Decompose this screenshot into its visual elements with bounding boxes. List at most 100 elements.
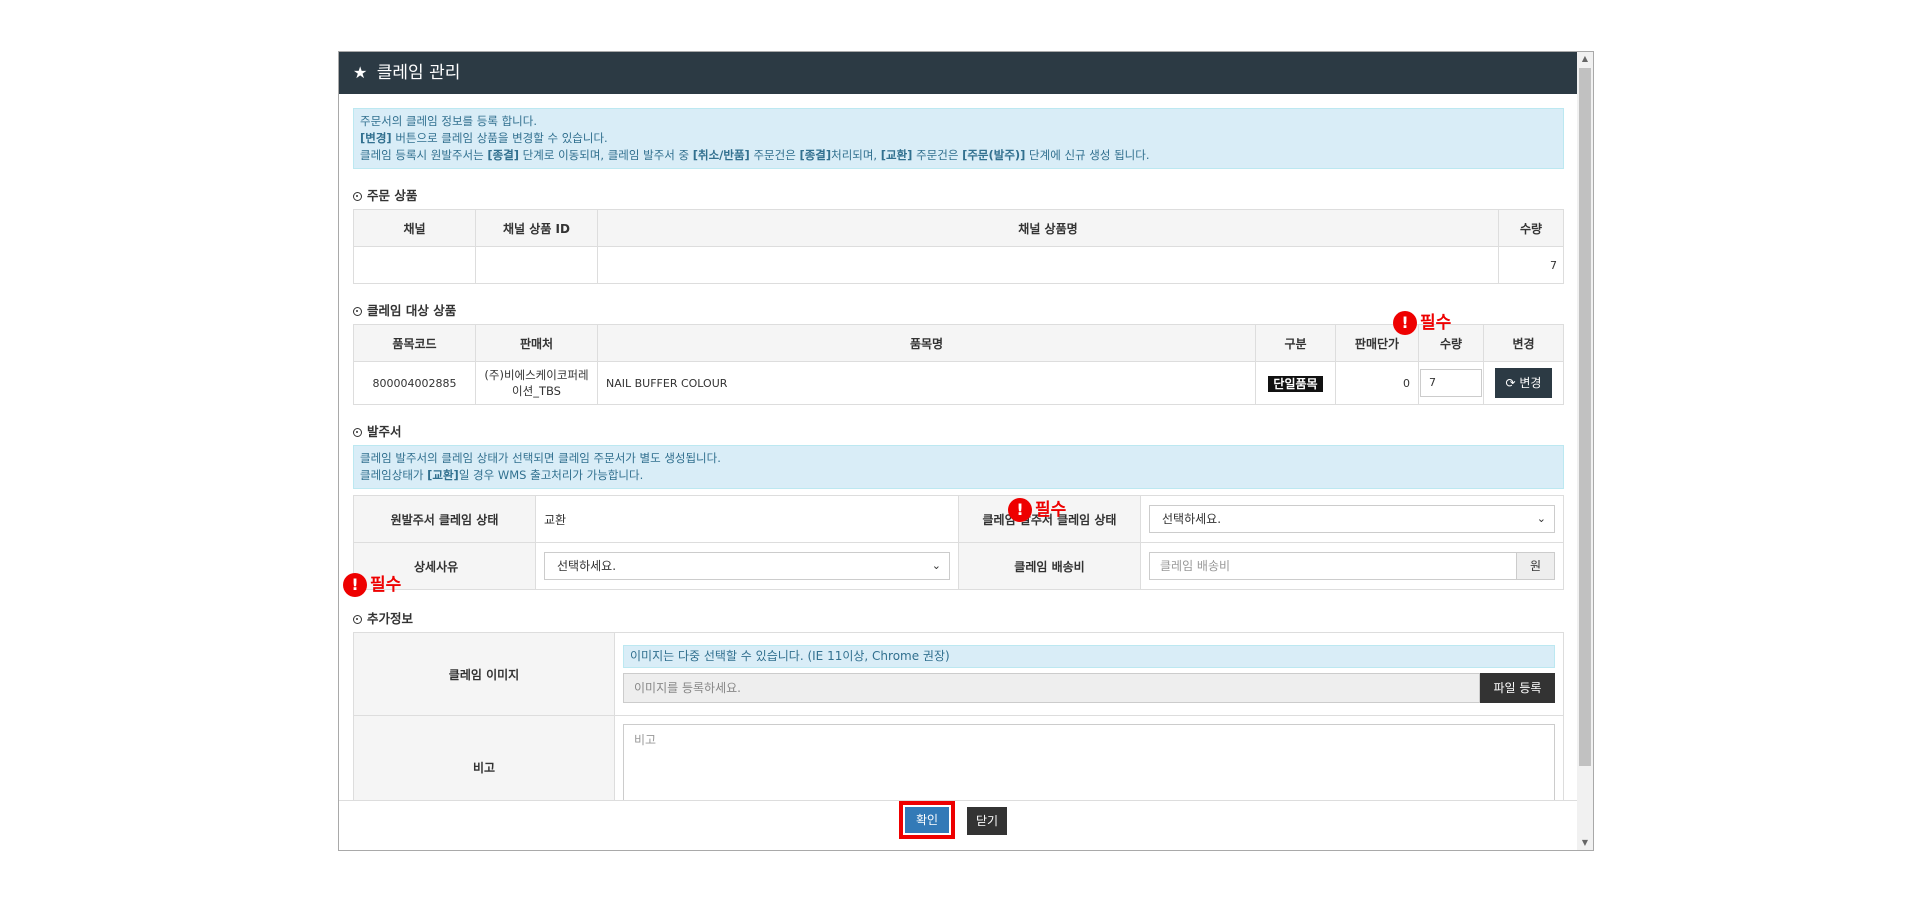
note-text: 버튼으로 클레임 상품을 변경할 수 있습니다.: [391, 131, 608, 145]
image-label: 클레임 이미지: [353, 632, 615, 716]
bullet-circle-icon: [353, 615, 362, 624]
shipping-fee-input[interactable]: 클레임 배송비: [1149, 552, 1517, 580]
exclamation-icon: !: [1393, 311, 1417, 335]
note-text: 처리되며,: [831, 148, 881, 162]
file-input-group: 이미지를 등록하세요. 파일 등록: [623, 673, 1555, 703]
memo-textarea[interactable]: 비고: [623, 724, 1555, 800]
extra-info-heading: 추가정보: [353, 606, 1564, 632]
col-header: 채널 상품명: [597, 209, 1499, 247]
cell-seller: (주)비에스케이코퍼레이션_TBS: [475, 361, 598, 405]
note-line: [변경] 버튼으로 클레임 상품을 변경할 수 있습니다.: [360, 130, 1557, 147]
change-button-label: 변경: [1519, 376, 1542, 390]
modal-title: 클레임 관리: [376, 63, 461, 83]
note-text: 클레임상태가: [360, 468, 428, 482]
modal-content[interactable]: 주문서의 클레임 정보를 등록 합니다. [변경] 버튼으로 클레임 상품을 변…: [353, 94, 1564, 800]
note-text: 단계에 신규 생성 됩니다.: [1025, 148, 1150, 162]
cell-channel-product-name: [597, 246, 1499, 284]
required-text: 필수: [1420, 313, 1452, 333]
col-header: 수량: [1498, 209, 1564, 247]
chevron-down-icon: ⌄: [1536, 512, 1546, 525]
note-text: 클레임 등록시 원발주서는: [360, 148, 488, 162]
note-bold: [종결]: [487, 148, 520, 162]
orig-status-value: 교환: [535, 495, 959, 543]
section-title: 발주서: [367, 424, 402, 439]
cell-channel-product-id: [475, 246, 598, 284]
table-row: 7: [353, 246, 1564, 284]
note-bold: [변경]: [360, 131, 392, 145]
note-text: 단계로 이동되며, 클레임 발주서 중: [519, 148, 693, 162]
bullet-circle-icon: [353, 307, 362, 316]
section-title: 추가정보: [367, 611, 414, 626]
note-line: 주문서의 클레임 정보를 등록 합니다.: [360, 114, 537, 128]
memo-label: 비고: [353, 715, 615, 800]
cell-type: 단일품목: [1255, 361, 1336, 405]
col-header: 변경: [1483, 324, 1564, 362]
note-text: 주문건은: [749, 148, 800, 162]
currency-addon: 원: [1517, 552, 1555, 580]
file-register-button[interactable]: 파일 등록: [1480, 673, 1555, 703]
claim-modal: ★ 클레임 관리 주문서의 클레임 정보를 등록 합니다. [변경] 버튼으로 …: [338, 51, 1594, 851]
required-marker: ! 필수: [343, 572, 401, 598]
reason-select[interactable]: 선택하세요. ⌄: [544, 552, 950, 580]
cell-change: ⟳ 변경: [1483, 361, 1564, 405]
scroll-down-icon[interactable]: ▼: [1577, 836, 1593, 850]
exclamation-icon: !: [343, 573, 367, 597]
claim-status-select[interactable]: 선택하세요. ⌄: [1149, 505, 1555, 533]
select-value: 선택하세요.: [1162, 512, 1222, 526]
cell-qty: 7: [1498, 246, 1564, 284]
close-button[interactable]: 닫기: [967, 807, 1007, 835]
note-line: 클레임상태가 [교환]일 경우 WMS 출고처리가 가능합니다.: [360, 467, 1557, 484]
note-bold: [교환]: [427, 468, 459, 482]
note-bold: [종결]: [799, 148, 832, 162]
confirm-button[interactable]: 확인: [899, 801, 955, 839]
note-bold: [교환]: [880, 148, 913, 162]
required-text: 필수: [370, 575, 402, 595]
qty-input[interactable]: 7: [1420, 369, 1482, 397]
note-line: 클레임 발주서의 클레임 상태가 선택되면 클레임 주문서가 별도 생성됩니다.: [360, 451, 721, 465]
bullet-circle-icon: [353, 428, 362, 437]
col-header: 구분: [1255, 324, 1336, 362]
chevron-down-icon: ⌄: [931, 559, 941, 572]
note-bold: [취소/반품]: [692, 148, 750, 162]
cell-item-code: 800004002885: [353, 361, 476, 405]
table-row: 800004002885 (주)비에스케이코퍼레이션_TBS NAIL BUFF…: [353, 361, 1564, 405]
cell-item-name: NAIL BUFFER COLOUR: [597, 361, 1256, 405]
claim-items-heading: 클레임 대상 상품: [353, 298, 1564, 324]
type-badge: 단일품목: [1268, 375, 1323, 392]
note-text: 일 경우 WMS 출고처리가 가능합니다.: [458, 468, 644, 482]
col-header: 품목코드: [353, 324, 476, 362]
reason-cell: 선택하세요. ⌄: [535, 542, 959, 590]
required-marker: ! 필수: [1393, 310, 1451, 336]
claim-items-table: 품목코드 판매처 품목명 구분 판매단가 수량 변경 800004002885 …: [353, 324, 1564, 405]
change-button[interactable]: ⟳ 변경: [1494, 368, 1553, 398]
exclamation-icon: !: [1008, 498, 1032, 522]
required-marker: ! 필수: [1008, 497, 1066, 523]
select-value: 선택하세요.: [557, 559, 617, 573]
shipping-cell: 클레임 배송비 원: [1140, 542, 1564, 590]
section-title: 클레임 대상 상품: [367, 303, 457, 318]
vertical-scrollbar[interactable]: ▲ ▼: [1577, 52, 1593, 850]
cell-qty: 7: [1418, 361, 1484, 405]
col-header: 판매처: [475, 324, 598, 362]
star-icon: ★: [353, 63, 368, 82]
col-header: 품목명: [597, 324, 1256, 362]
shipping-label: 클레임 배송비: [958, 542, 1141, 590]
section-title: 주문 상품: [367, 188, 418, 203]
orig-status-label: 원발주서 클레임 상태: [353, 495, 536, 543]
modal-footer: 확인 닫기: [339, 800, 1578, 850]
purchase-order-heading: 발주서: [353, 419, 1564, 445]
col-header: 채널 상품 ID: [475, 209, 598, 247]
intro-note: 주문서의 클레임 정보를 등록 합니다. [변경] 버튼으로 클레임 상품을 변…: [353, 108, 1564, 169]
shipping-input-group: 클레임 배송비 원: [1149, 552, 1555, 580]
modal-header: ★ 클레임 관리: [339, 52, 1578, 94]
purchase-order-note: 클레임 발주서의 클레임 상태가 선택되면 클레임 주문서가 별도 생성됩니다.…: [353, 445, 1564, 489]
col-header: 채널: [353, 209, 476, 247]
memo-cell: 비고: [614, 715, 1564, 800]
note-text: 주문건은: [912, 148, 963, 162]
scrollbar-thumb[interactable]: [1579, 68, 1591, 766]
image-file-input[interactable]: 이미지를 등록하세요.: [623, 673, 1480, 703]
bullet-circle-icon: [353, 192, 362, 201]
order-items-table: 채널 채널 상품 ID 채널 상품명 수량 7: [353, 209, 1564, 284]
order-items-heading: 주문 상품: [353, 183, 1564, 209]
scroll-up-icon[interactable]: ▲: [1577, 52, 1593, 66]
